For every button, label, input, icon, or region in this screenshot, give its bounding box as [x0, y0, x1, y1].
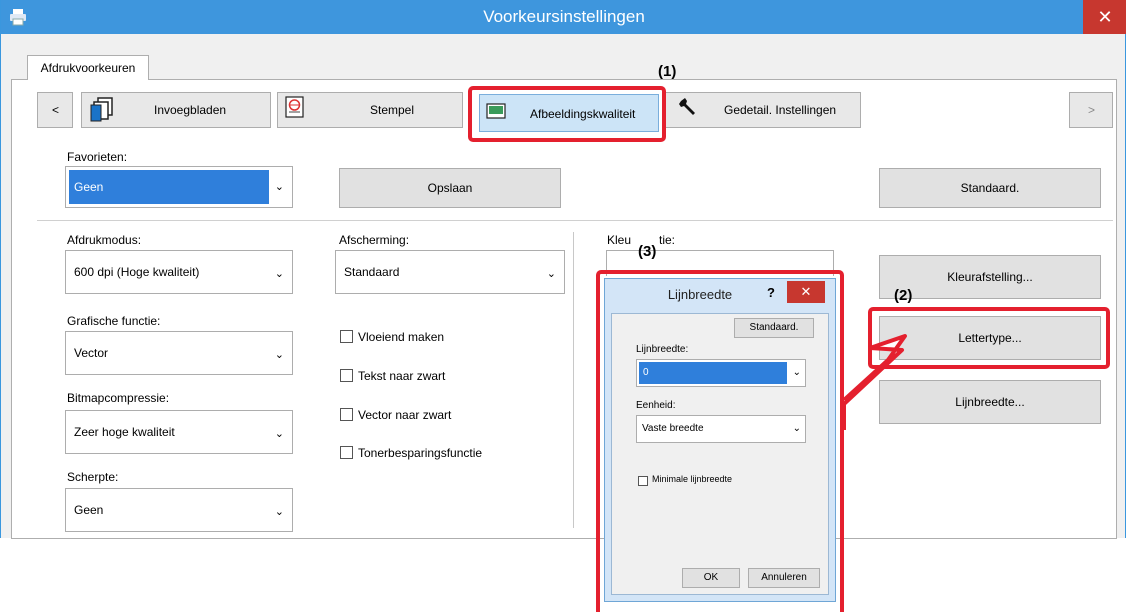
line-width-dialog: Lijnbreedte ? ✕ Standaard. Lijnbreedte: …	[604, 278, 836, 602]
callout-arrow	[842, 334, 907, 430]
line-width-selected: 0	[639, 362, 787, 384]
dialog-help-button[interactable]: ?	[767, 285, 775, 300]
line-width-select[interactable]: 0 ⌄	[636, 359, 806, 387]
chevron-down-icon: ⌄	[792, 423, 801, 434]
min-line-width-label: Minimale lijnbreedte	[652, 474, 733, 484]
min-line-width-checkbox[interactable]	[638, 476, 648, 486]
dialog-default-button[interactable]: Standaard.	[734, 318, 814, 338]
dialog-body: Standaard. Lijnbreedte: 0 ⌄ Eenheid: Vas…	[611, 313, 829, 595]
unit-select[interactable]: Vaste breedte ⌄	[636, 415, 806, 443]
dialog-close-button[interactable]: ✕	[787, 281, 825, 303]
tab-afdrukvoorkeuren[interactable]: Afdrukvoorkeuren	[27, 55, 149, 80]
dialog-cancel-button[interactable]: Annuleren	[748, 568, 820, 588]
unit-label: Eenheid:	[636, 400, 676, 411]
dialog-ok-button[interactable]: OK	[682, 568, 740, 588]
chevron-down-icon: ⌄	[792, 367, 801, 378]
line-width-label: Lijnbreedte:	[636, 344, 689, 355]
